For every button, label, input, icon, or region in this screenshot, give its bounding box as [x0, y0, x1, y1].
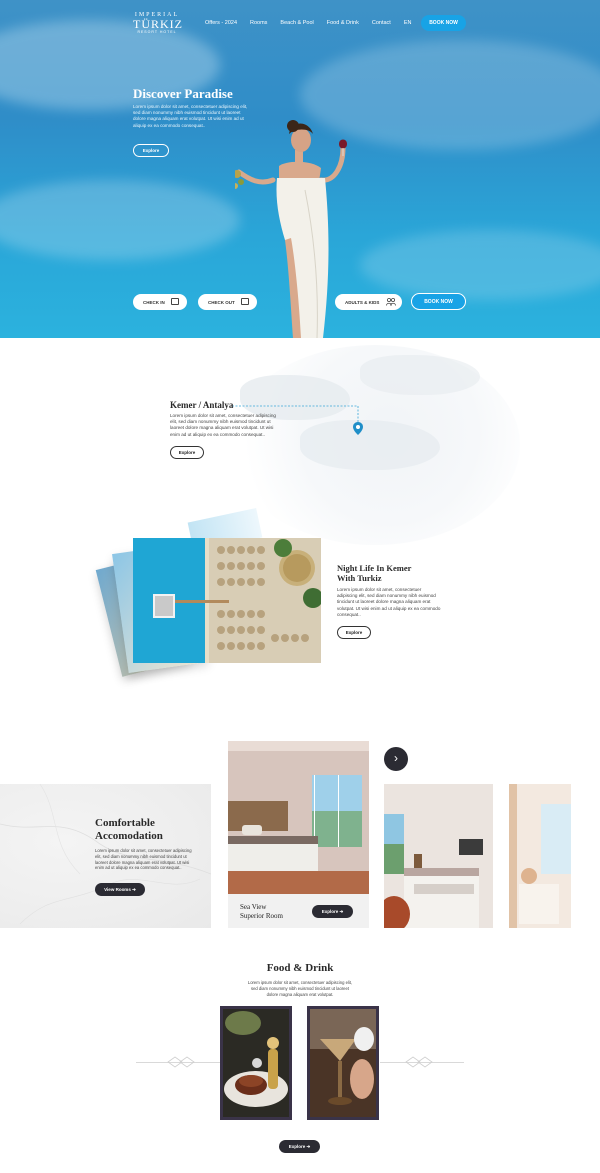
calendar-icon [171, 298, 179, 305]
cocktail-image [310, 1009, 376, 1117]
check-out-field[interactable]: CHECK OUT [198, 294, 257, 310]
ornament-right-icon [405, 1056, 433, 1068]
location-title: Kemer / Antalya [170, 400, 234, 410]
accommodation-title-line2: Accomodation [95, 830, 163, 842]
guests-label: ADULTS & KIDS [345, 299, 380, 305]
main-nav: Offers - 2024 Rooms Beach & Pool Food & … [205, 20, 424, 26]
food-title: Food & Drink [266, 962, 334, 974]
map-pin-icon [353, 422, 363, 435]
book-now-button[interactable]: BOOK NOW [411, 293, 466, 310]
room-card-title-line1: Sea View [240, 903, 267, 911]
ornament-left-icon [167, 1056, 195, 1068]
room-card-title: Sea View Superior Room [240, 903, 283, 920]
map-land-shape [360, 355, 480, 395]
hero-description: Lorem ipsum dolor sit amet, consectetuer… [133, 104, 248, 128]
room-card-partial[interactable] [509, 784, 571, 928]
room-card-title-line2: Superior Room [240, 911, 283, 920]
room-image-partial [509, 784, 571, 928]
food-image-card[interactable] [220, 1006, 292, 1120]
hero-section: IMPERIAL TÜRKIZ RESORT HOTEL Offers - 20… [0, 0, 600, 338]
cloud-decor [0, 180, 240, 260]
calendar-icon [241, 298, 249, 305]
food-explore-button[interactable]: Explore ➔ [279, 1140, 320, 1153]
carousel-next-button[interactable]: › [384, 747, 408, 771]
accommodation-description: Lorem ipsum dolor sit amet, consectetuer… [95, 848, 192, 871]
hero-title: Discover Paradise [133, 86, 233, 101]
sea-view-room-image [228, 741, 369, 894]
room-image-secondary [384, 784, 493, 928]
accommodation-title-line1: Comfortable [95, 817, 155, 829]
nightlife-description: Lorem ipsum dolor sit amet, consectetuer… [337, 587, 441, 617]
check-in-label: CHECK IN [143, 299, 165, 305]
food-description: Lorem ipsum dolor sit amet, consectetuer… [247, 980, 353, 997]
hero-explore-button[interactable]: Explore [133, 144, 169, 157]
guests-field[interactable]: ADULTS & KIDS [335, 294, 402, 310]
logo-line3: RESORT HOTEL [137, 30, 177, 34]
steak-dish-image [223, 1009, 289, 1117]
view-rooms-button[interactable]: View Rooms ➔ [95, 883, 145, 896]
nightlife-title: Night Life In Kemer With Turkiz [337, 563, 411, 583]
nightlife-explore-button[interactable]: Explore [337, 626, 371, 639]
accommodation-title: Comfortable Accomodation [95, 817, 163, 843]
room-explore-button[interactable]: Explore ➔ [312, 905, 353, 918]
drink-image-card[interactable] [307, 1006, 379, 1120]
nav-item-beach-pool[interactable]: Beach & Pool [280, 20, 313, 26]
book-now-top-button[interactable]: BOOK NOW [421, 15, 466, 31]
nav-item-contact[interactable]: Contact [372, 20, 391, 26]
nav-item-rooms[interactable]: Rooms [250, 20, 267, 26]
nav-item-food-drink[interactable]: Food & Drink [327, 20, 359, 26]
chevron-right-icon: › [394, 751, 398, 765]
language-switch[interactable]: EN [404, 20, 412, 26]
people-icon [386, 298, 396, 306]
cloud-decor [360, 230, 600, 300]
location-description: Lorem ipsum dolor sit amet, consectetuer… [170, 413, 276, 437]
nav-item-offers[interactable]: Offers - 2024 [205, 20, 237, 26]
logo-line2: TÜRKIZ [133, 17, 183, 31]
room-card-featured[interactable]: Sea View Superior Room Explore ➔ [228, 741, 369, 928]
location-explore-button[interactable]: Explore [170, 446, 204, 459]
site-logo[interactable]: IMPERIAL TÜRKIZ RESORT HOTEL [133, 12, 183, 34]
nightlife-title-line2: With Turkiz [337, 573, 382, 583]
check-out-label: CHECK OUT [208, 299, 235, 305]
room-card-secondary[interactable] [384, 784, 493, 928]
beach-aerial-graphic [133, 538, 321, 663]
beach-aerial-image [133, 538, 321, 663]
nightlife-title-line1: Night Life In Kemer [337, 563, 412, 573]
check-in-field[interactable]: CHECK IN [133, 294, 187, 310]
